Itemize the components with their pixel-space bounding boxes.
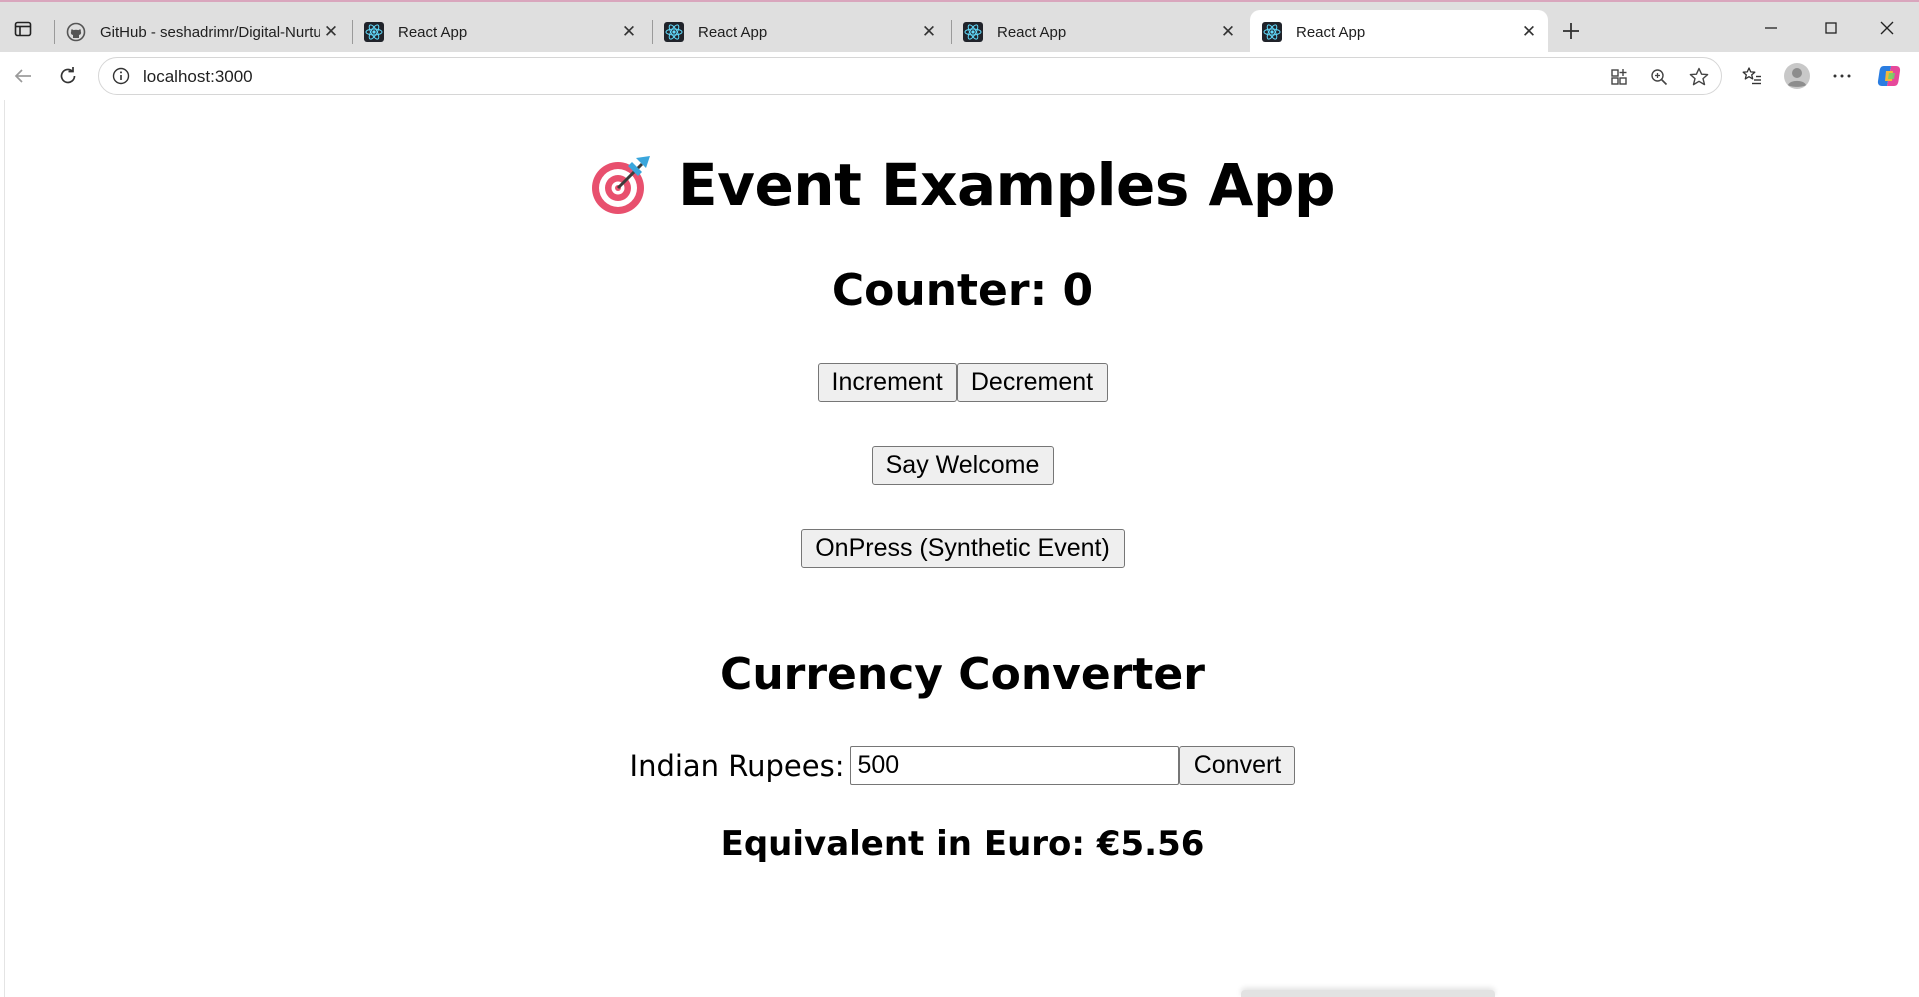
profile-avatar-icon[interactable] — [1783, 62, 1811, 90]
close-icon[interactable]: ✕ — [1518, 21, 1540, 43]
counter-heading: Counter: 0 — [831, 265, 1094, 316]
tab-title: React App — [698, 23, 768, 41]
tab-react-app-2[interactable]: React App ✕ — [652, 10, 948, 54]
onpress-synthetic-event-button[interactable]: OnPress (Synthetic Event) — [800, 529, 1125, 568]
tab-title: React App — [1296, 23, 1366, 41]
react-icon — [364, 22, 384, 42]
reload-icon[interactable] — [53, 61, 83, 91]
tab-strip: GitHub - seshadrimr/Digital-Nurtu ✕ Reac… — [0, 0, 1919, 54]
copilot-icon[interactable] — [1875, 62, 1903, 90]
onpress-row: OnPress (Synthetic Event) — [5, 529, 1919, 568]
rupees-input[interactable] — [850, 746, 1180, 785]
github-icon — [66, 22, 86, 42]
back-arrow-icon[interactable] — [8, 61, 38, 91]
direct-hit-target-icon — [590, 154, 652, 216]
currency-converter-form: Indian Rupees: Convert — [5, 746, 1919, 785]
new-tab-plus-icon[interactable] — [1556, 16, 1586, 46]
rupees-label: Indian Rupees: — [629, 748, 845, 783]
react-icon — [963, 22, 983, 42]
tab-title: React App — [997, 23, 1067, 41]
app-header: Event Examples App — [5, 150, 1919, 220]
close-icon[interactable]: ✕ — [1217, 21, 1239, 43]
close-icon[interactable]: ✕ — [918, 21, 940, 43]
favorites-list-icon[interactable] — [1738, 62, 1766, 90]
zoom-icon[interactable] — [1647, 65, 1671, 89]
react-icon — [664, 22, 684, 42]
increment-button[interactable]: Increment — [817, 363, 957, 402]
address-bar[interactable]: localhost:3000 — [98, 57, 1722, 95]
maximize-icon[interactable] — [1808, 8, 1854, 48]
euro-result-text: Equivalent in Euro: €5.56 — [720, 824, 1205, 864]
tab-react-app-active[interactable]: React App ✕ — [1250, 10, 1548, 54]
react-icon — [1262, 22, 1282, 42]
browser-chrome: GitHub - seshadrimr/Digital-Nurtu ✕ Reac… — [0, 0, 1919, 100]
page-title: Event Examples App — [678, 151, 1335, 219]
window-close-icon[interactable] — [1864, 8, 1910, 48]
minimize-icon[interactable] — [1748, 8, 1794, 48]
browser-toolbar: localhost:3000 — [0, 52, 1919, 100]
info-icon[interactable] — [111, 66, 131, 86]
more-options-icon[interactable] — [1828, 62, 1856, 90]
tab-github[interactable]: GitHub - seshadrimr/Digital-Nurtu ✕ — [54, 10, 350, 54]
currency-converter-heading: Currency Converter — [720, 649, 1205, 700]
tab-title: GitHub - seshadrimr/Digital-Nurtu — [100, 23, 320, 41]
tab-react-app-1[interactable]: React App ✕ — [352, 10, 648, 54]
tab-react-app-3[interactable]: React App ✕ — [951, 10, 1247, 54]
counter-buttons: Increment Decrement — [5, 363, 1919, 402]
url-text[interactable]: localhost:3000 — [143, 67, 253, 87]
page-viewport: Event Examples App Counter: 0 Increment … — [4, 100, 1919, 997]
tab-title: React App — [398, 23, 468, 41]
close-icon[interactable]: ✕ — [618, 21, 640, 43]
partial-popup-edge — [1241, 990, 1495, 997]
welcome-row: Say Welcome — [5, 446, 1919, 485]
tab-actions-icon[interactable] — [10, 16, 36, 42]
favorite-star-icon[interactable] — [1687, 65, 1711, 89]
convert-button[interactable]: Convert — [1179, 746, 1296, 785]
close-icon[interactable]: ✕ — [320, 21, 342, 43]
decrement-button[interactable]: Decrement — [956, 363, 1108, 402]
app-available-icon[interactable] — [1607, 65, 1631, 89]
say-welcome-button[interactable]: Say Welcome — [871, 446, 1054, 485]
